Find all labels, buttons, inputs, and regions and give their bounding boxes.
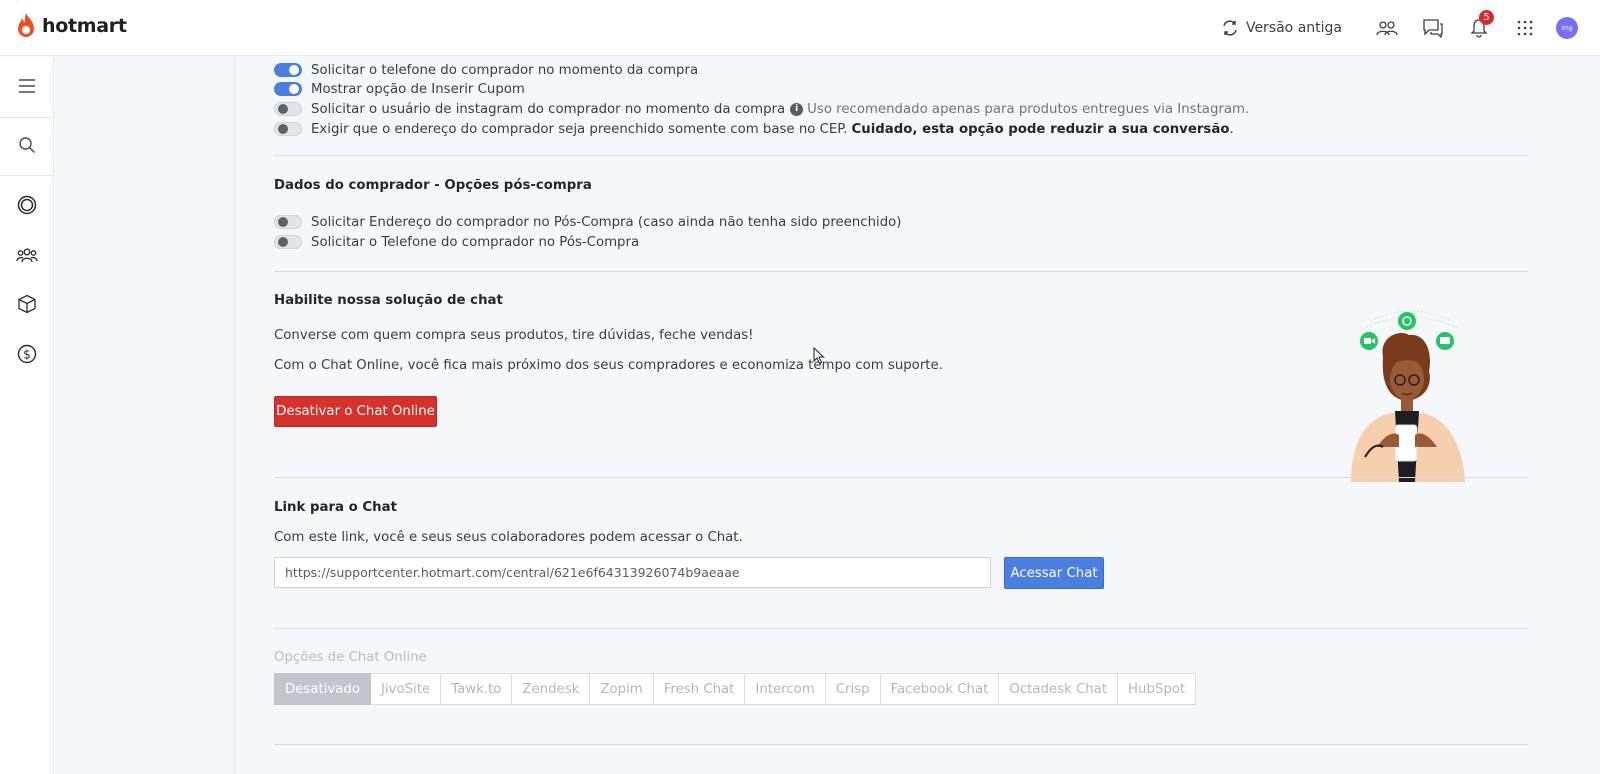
chat-option-facebook-chat[interactable]: Facebook Chat: [880, 673, 1000, 705]
toggle-row-post-address: Solicitar Endereço do comprador no Pós-C…: [274, 212, 901, 232]
sidebar-item-overview[interactable]: [0, 185, 54, 225]
old-version-label: Versão antiga: [1245, 20, 1342, 36]
access-chat-button[interactable]: Acessar Chat: [1004, 557, 1104, 589]
secondary-column: [55, 57, 235, 774]
toggle-switch[interactable]: [274, 235, 302, 249]
messages-button[interactable]: [1410, 8, 1456, 48]
section-divider: [274, 628, 1528, 629]
post-purchase-title: Dados do comprador - Opções pós-compra: [274, 178, 592, 193]
community-icon: [1376, 21, 1398, 36]
chat-option-zopim[interactable]: Zopim: [590, 673, 654, 705]
chat-options-group: Desativado JivoSite Tawk.to Zendesk Zopi…: [274, 673, 1197, 705]
toggle-label: Solicitar o Telefone do comprador no Pós…: [311, 234, 640, 250]
toggle-switch[interactable]: [274, 122, 302, 136]
brand-name: hotmart: [42, 15, 127, 37]
chat-illustration: [1351, 310, 1465, 482]
toggle-switch[interactable]: [274, 102, 302, 116]
svg-text:$: $: [23, 348, 31, 362]
notification-badge: 5: [1479, 10, 1494, 25]
sidebar-item-products[interactable]: [0, 284, 54, 324]
chat-option-tawkto[interactable]: Tawk.to: [441, 673, 513, 705]
chat-link-description: Com este link, você e seus seus colabora…: [274, 530, 743, 545]
section-divider: [274, 744, 1528, 745]
toggle-row-coupon: Mostrar opção de Inserir Cupom: [274, 79, 525, 99]
toggle-row-phone: Solicitar o telefone do comprador no mom…: [274, 60, 698, 80]
chat-option-jivosite[interactable]: JivoSite: [371, 673, 442, 705]
chat-link-input[interactable]: [274, 557, 991, 588]
toggle-row-cep: Exigir que o endereço do comprador seja …: [274, 119, 1234, 139]
toggle-switch[interactable]: [274, 215, 302, 229]
toggle-row-post-phone: Solicitar o Telefone do comprador no Pós…: [274, 232, 639, 252]
toggle-label: Solicitar o usuário de instagram do comp…: [311, 101, 786, 117]
toggle-label: Solicitar Endereço do comprador no Pós-C…: [311, 214, 902, 230]
warning-suffix: .: [1229, 121, 1234, 137]
old-version-link[interactable]: Versão antiga: [1220, 19, 1342, 37]
target-icon: [17, 195, 37, 215]
top-bar: hotmart Versão antiga 5 img: [0, 0, 1600, 56]
whatsapp-icon: [1398, 312, 1416, 330]
hotmart-logo[interactable]: hotmart: [14, 12, 127, 40]
sidebar-divider: [0, 175, 54, 176]
toggle-note: Uso recomendado apenas para produtos ent…: [807, 101, 1250, 117]
chat-option-octadesk-chat[interactable]: Octadesk Chat: [999, 673, 1119, 705]
chat-line-2: Com o Chat Online, você fica mais próxim…: [274, 358, 943, 373]
toggle-row-instagram: Solicitar o usuário de instagram do comp…: [274, 99, 1249, 119]
chat-options-label: Opções de Chat Online: [274, 650, 427, 665]
avatar-text: img: [1561, 24, 1573, 32]
chat-option-desativado[interactable]: Desativado: [274, 673, 371, 705]
box-icon: [18, 294, 36, 314]
flame-icon: [18, 13, 34, 37]
section-divider: [274, 477, 1528, 478]
community-button[interactable]: [1364, 8, 1410, 48]
chat-option-hubspot[interactable]: HubSpot: [1118, 673, 1197, 705]
notifications-button[interactable]: 5: [1456, 8, 1502, 48]
disable-chat-button[interactable]: Desativar o Chat Online: [274, 396, 437, 427]
search-icon: [19, 137, 35, 153]
toggle-label: Exigir que o endereço do comprador seja …: [311, 121, 848, 137]
toggle-switch[interactable]: [274, 63, 302, 77]
chat-option-crisp[interactable]: Crisp: [825, 673, 881, 705]
toggle-label: Mostrar opção de Inserir Cupom: [311, 81, 525, 97]
search-button[interactable]: [0, 125, 54, 165]
sidebar: $: [0, 57, 54, 774]
apps-grid-icon: [1517, 20, 1533, 36]
info-icon[interactable]: i: [790, 102, 804, 116]
section-divider: [274, 271, 1528, 272]
sidebar-item-finance[interactable]: $: [0, 334, 54, 374]
menu-button[interactable]: [0, 66, 54, 106]
sidebar-item-users[interactable]: [0, 235, 54, 275]
toggle-switch[interactable]: [274, 82, 302, 96]
toggle-label: Solicitar o telefone do comprador no mom…: [311, 62, 699, 78]
chat-link-title: Link para o Chat: [274, 500, 397, 515]
menu-icon: [19, 79, 35, 93]
section-divider: [274, 155, 1528, 156]
chat-bubbles-icon: [1423, 19, 1443, 38]
chat-option-intercom[interactable]: Intercom: [745, 673, 826, 705]
chat-title: Habilite nossa solução de chat: [274, 293, 503, 308]
apps-button[interactable]: [1502, 8, 1548, 48]
mouse-cursor-icon: [813, 347, 825, 365]
top-actions: Versão antiga 5 img: [1220, 0, 1578, 56]
main-content: Solicitar o telefone do comprador no mom…: [236, 57, 1600, 774]
users-icon: [16, 248, 38, 263]
chat-option-zendesk[interactable]: Zendesk: [512, 673, 591, 705]
switch-arrows-icon: [1223, 20, 1237, 36]
toggle-warning: Cuidado, esta opção pode reduzir a sua c…: [851, 121, 1230, 137]
user-avatar[interactable]: img: [1556, 17, 1578, 39]
chat-line-1: Converse com quem compra seus produtos, …: [274, 328, 754, 343]
dollar-icon: $: [17, 344, 37, 364]
chat-option-freshchat[interactable]: Fresh Chat: [653, 673, 746, 705]
sidebar-divider: [0, 117, 54, 118]
